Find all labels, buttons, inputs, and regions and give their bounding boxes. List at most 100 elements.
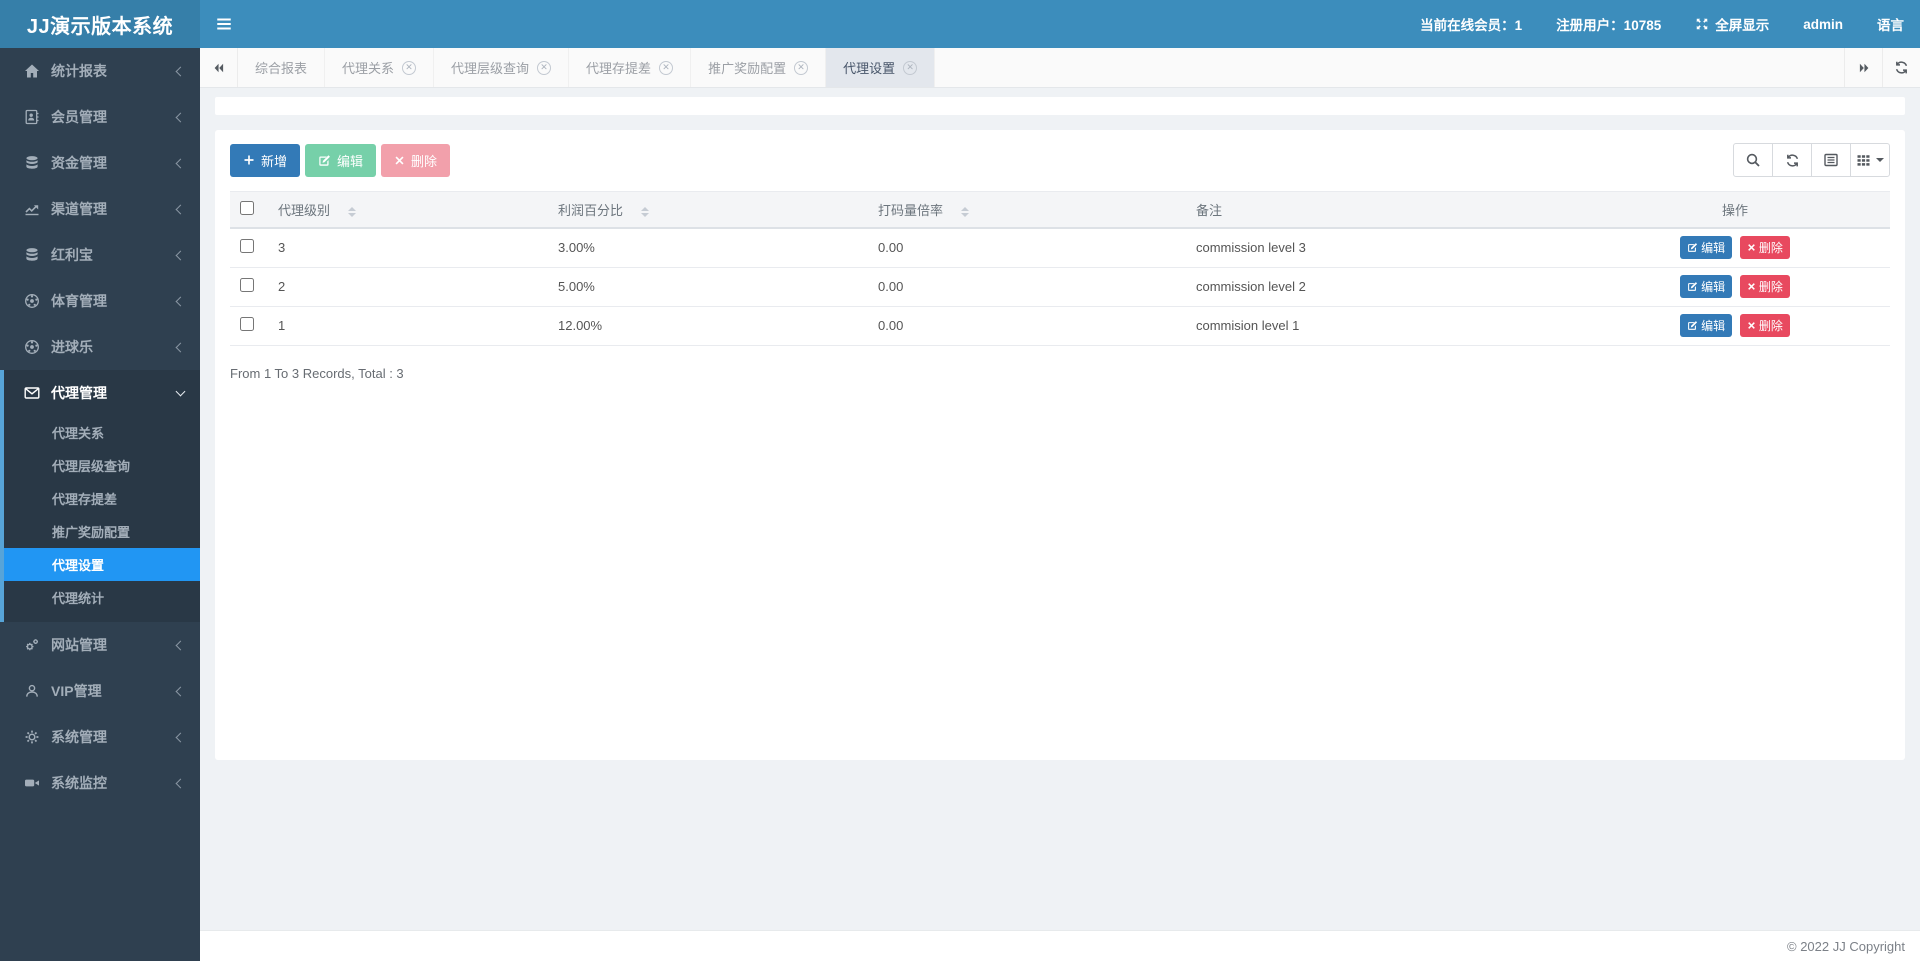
cell-bet-multiplier: 0.00 [868,306,1186,346]
fullscreen-icon [1696,18,1708,30]
sidebar-subitem-agent-deposit-diff[interactable]: 代理存提差 [4,482,200,515]
table-row: 2 5.00% 0.00 commission level 2 编辑 删除 [230,267,1890,307]
column-header-bet-multiplier[interactable]: 打码量倍率 [868,191,1186,229]
column-label: 打码量倍率 [878,203,944,218]
select-all-checkbox[interactable] [240,201,254,215]
detail-view-button[interactable] [1811,143,1851,177]
sidebar-subitem-agent-statistics[interactable]: 代理统计 [4,581,200,614]
tab-bar-controls [1844,48,1920,87]
row-edit-button[interactable]: 编辑 [1680,314,1733,337]
sidebar-item-label: 体育管理 [51,293,107,309]
close-icon[interactable]: ✕ [659,60,674,75]
tab-agent-relation[interactable]: 代理关系 ✕ [325,48,435,87]
agent-settings-table: 代理级别 利润百分比 打码量倍率 备注 操作 3 3.00% 0.00 comm… [230,191,1890,346]
sidebar-item-funds-management[interactable]: 资金管理 [0,140,200,186]
sidebar-subitem-agent-relation[interactable]: 代理关系 [4,416,200,449]
sidebar-item-vip-management[interactable]: VIP管理 [0,668,200,714]
sidebar-item-stats-report[interactable]: 统计报表 [0,48,200,94]
delete-button[interactable]: 删除 [381,143,451,177]
grid-icon [1857,154,1870,166]
tab-agent-settings[interactable]: 代理设置 ✕ [826,48,936,87]
fullscreen-button[interactable]: 全屏显示 [1695,14,1769,34]
chevron-left-icon [175,640,186,650]
sidebar-item-system-management[interactable]: 系统管理 [0,714,200,760]
column-header-agent-level[interactable]: 代理级别 [268,191,548,229]
agent-management-submenu: 代理关系 代理层级查询 代理存提差 推广奖励配置 代理设置 代理统计 [4,416,200,622]
refresh-button[interactable] [1772,143,1812,177]
sort-icon [961,206,970,217]
sidebar-item-label: 红利宝 [51,247,93,263]
registered-users-stat: 注册用户：10785 [1556,18,1662,33]
sidebar-subitem-agent-settings[interactable]: 代理设置 [4,548,200,581]
edit-icon [319,154,330,166]
close-icon[interactable]: ✕ [794,60,809,75]
sidebar-item-system-monitor[interactable]: 系统监控 [0,760,200,806]
column-header-profit-percent[interactable]: 利润百分比 [548,191,868,229]
row-checkbox[interactable] [240,278,254,292]
sidebar-toggle-button[interactable] [200,0,248,48]
column-label: 操作 [1721,203,1748,218]
copyright-text: © 2022 JJ Copyright [1787,938,1905,954]
sort-icon [348,206,357,217]
close-icon[interactable]: ✕ [402,60,417,75]
home-icon [24,63,42,79]
edit-icon [1688,321,1698,330]
close-icon[interactable]: ✕ [903,60,918,75]
delete-icon [395,155,404,165]
sidebar-subitem-agent-level-query[interactable]: 代理层级查询 [4,449,200,482]
language-menu[interactable]: 语言 [1877,14,1904,34]
sidebar-item-bonus-treasure[interactable]: 红利宝 [0,232,200,278]
row-delete-button[interactable]: 删除 [1739,236,1790,260]
sidebar-item-member-management[interactable]: 会员管理 [0,94,200,140]
sidebar-item-goal-fun[interactable]: 进球乐 [0,324,200,370]
search-icon [1746,153,1760,167]
tab-promo-reward-config[interactable]: 推广奖励配置 ✕ [691,48,827,87]
chevron-left-icon [175,778,186,788]
sidebar-item-agent-management[interactable]: 代理管理 [4,370,200,416]
close-icon[interactable]: ✕ [537,60,552,75]
sidebar-subitem-promo-reward-config[interactable]: 推广奖励配置 [4,515,200,548]
tab-label: 推广奖励配置 [708,61,787,76]
edit-button[interactable]: 编辑 [305,143,377,177]
cell-profit-percent: 3.00% [548,228,868,268]
sidebar-item-sports-management[interactable]: 体育管理 [0,278,200,324]
video-camera-icon [24,775,42,791]
plus-icon [244,155,254,165]
tab-label: 代理存提差 [586,61,652,76]
add-button[interactable]: 新增 [230,143,301,177]
column-header-remark: 备注 [1186,191,1580,229]
chevron-left-icon [175,732,186,742]
user-menu[interactable]: admin [1803,17,1843,32]
agent-settings-panel: 新增 编辑 删除 代理级别 利润百分比 打码量倍率 备注 操作 3 3.00% … [215,130,1905,760]
row-edit-button[interactable]: 编辑 [1680,236,1733,260]
tab-comprehensive-report[interactable]: 综合报表 [238,48,326,87]
hamburger-icon [217,18,231,30]
sidebar-item-label: 进球乐 [51,339,93,355]
refresh-tabs-button[interactable] [1882,48,1920,87]
cell-agent-level: 3 [268,228,548,268]
refresh-icon [1786,153,1798,167]
sidebar-item-channel-management[interactable]: 渠道管理 [0,186,200,232]
tab-agent-level-query[interactable]: 代理层级查询 ✕ [434,48,570,87]
tab-bar: 综合报表 代理关系 ✕ 代理层级查询 ✕ 代理存提差 ✕ 推广奖励配置 ✕ 代理… [200,48,1920,88]
sidebar-item-website-management[interactable]: 网站管理 [0,622,200,668]
sidebar-item-label: 渠道管理 [51,201,107,217]
row-delete-button[interactable]: 删除 [1739,275,1790,298]
database-icon [24,247,42,263]
tab-agent-deposit-diff[interactable]: 代理存提差 ✕ [569,48,692,87]
row-edit-button[interactable]: 编辑 [1680,275,1733,298]
row-delete-button[interactable]: 删除 [1739,314,1790,337]
add-button-label: 新增 [261,153,288,169]
row-checkbox[interactable] [240,317,254,331]
sidebar-nav: 统计报表 会员管理 资金管理 渠道管理 红利宝 体育管理 进球乐 代理管理 代理… [0,48,200,961]
sidebar-item-label: 系统管理 [51,729,107,745]
chevron-left-icon [175,686,186,696]
tab-scroll-left-button[interactable] [200,48,238,87]
table-view-controls [1733,143,1890,177]
edit-icon [1688,282,1698,291]
table-toolbar: 新增 编辑 删除 [230,143,1890,177]
row-checkbox[interactable] [240,239,254,254]
tab-scroll-right-button[interactable] [1844,48,1882,87]
search-button[interactable] [1733,143,1773,177]
columns-button[interactable] [1850,143,1890,177]
